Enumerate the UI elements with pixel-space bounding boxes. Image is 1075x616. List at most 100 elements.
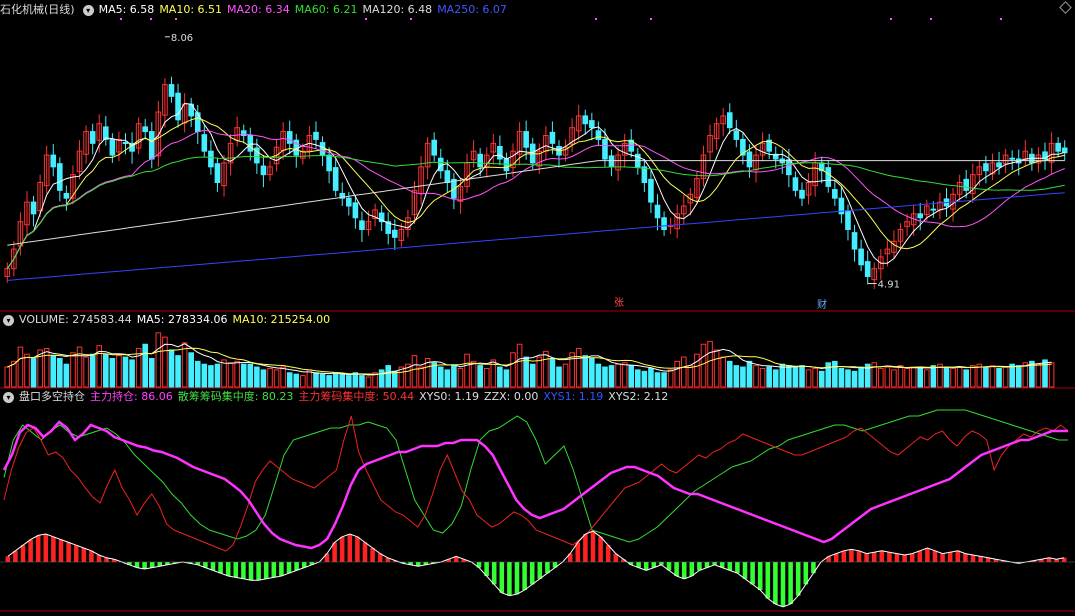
volume-bar [766,366,772,388]
volume-bar [1042,359,1048,388]
top-dot-marker [410,18,412,20]
volume-bar [851,370,858,388]
volume-bar [923,369,930,388]
volume-bar [733,365,740,388]
candle-body [214,163,221,183]
volume-bar [148,358,155,388]
ma5-line [6,102,1065,269]
volume-bar [891,369,897,388]
volume-bar [904,367,910,388]
volume-bar [549,358,556,388]
volume-bar [319,373,326,388]
volume-bar [713,349,720,388]
candle-body [589,120,595,129]
indicator-label-4: ZZX: 0.00 [484,390,539,403]
volume-bar [227,362,234,388]
volume-bar [418,366,424,388]
volume-bar [116,355,122,388]
volume-bar [293,373,300,388]
volume-bar [326,375,332,388]
candle-body [792,177,799,191]
candle-body [319,142,326,156]
top-dot-marker [595,18,597,20]
volume-bar [385,365,392,388]
ma-label-2: MA20: 6.34 [227,3,290,16]
candle-body [148,131,155,160]
volume-bar [109,358,116,388]
candle-body [726,112,733,129]
candle-body [497,145,503,160]
volume-bar [700,343,707,388]
candle-body [930,208,937,211]
volume-bar [608,365,615,388]
volume-bar [825,362,832,388]
volume-bar [726,360,733,388]
volume-legend: VOLUME: 274583.44 MA5: 278334.06 MA10: 215… [19,313,335,326]
candle-body [359,220,365,230]
top-dot-marker [930,18,932,20]
volume-bar [556,366,562,388]
low-price-label: 4.91 [878,280,900,291]
volume-bar [234,360,240,388]
stock-title: 石化机械(日线) [0,3,75,16]
candle-body [608,155,615,168]
volume-bar [1009,363,1015,388]
ma-label-5: MA250: 6.07 [437,3,507,16]
volume-bar [628,365,635,388]
top-dot-marker [1000,18,1002,20]
indicator-panel-header: ▾ 盘口多空持仓 主力持仓: 86.06 散筹筹码集中度: 80.23 主力筹码集中度:… [0,389,678,405]
marker-cai: 财 [817,298,827,311]
volume-bar [595,363,602,388]
volume-bar [720,356,726,388]
candle-body [260,165,267,176]
candle-body [641,166,648,183]
candle-body [57,163,63,191]
candle-body [89,131,96,144]
volume-bar [43,348,50,388]
volume-bar [779,363,786,388]
volume-bar [786,365,792,388]
volume-bar [221,359,227,388]
volume-bar [805,369,812,388]
candle-body [444,170,451,183]
volume-bar [575,348,582,388]
candle-body [431,139,437,156]
stock-chart-canvas[interactable]: 8.06 4.91 张 财 [0,0,1075,616]
volume-bar [510,352,516,388]
volume-bar [254,366,260,388]
volume-bar [273,369,280,388]
volume-bar [621,362,628,388]
candle-body [1055,142,1061,152]
volume-bar [989,365,996,388]
price-panel-toggle-icon[interactable]: ▾ [82,4,94,16]
volume-bar [969,365,976,388]
volume-bar [838,367,845,388]
candle-body [983,163,989,172]
ma10-line [6,117,1065,269]
indicator-label-3: XYS0: 1.19 [419,390,480,403]
candle-body [208,150,214,168]
volume-bar [792,366,799,388]
indicator-legend: 主力持仓: 86.06 散筹筹码集中度: 80.23 主力筹码集中度: 50.44 X… [90,390,673,403]
ma-label-3: MA60: 6.21 [294,3,358,16]
xys-line [7,530,1065,608]
candle-body [858,248,864,266]
volume-bar [536,356,543,388]
volume-bar [4,366,11,388]
volume-bar [812,367,818,388]
candle-body [786,159,792,176]
candle-body [661,217,667,230]
indicator-panel-toggle-icon[interactable]: ▾ [3,391,14,403]
volume-label-1: MA5: 278334.06 [136,313,228,326]
volume-bar [50,355,57,388]
candle-body [122,142,129,145]
candle-body [1061,147,1068,154]
volume-bar [648,367,654,388]
volume-bar [569,352,575,388]
volume-bar [76,346,83,388]
high-price-label: 8.06 [171,33,193,44]
volume-panel-toggle-icon[interactable]: ▾ [3,314,14,326]
volume-bar [884,366,891,388]
volume-bar [70,352,76,388]
candle-body [845,210,851,230]
